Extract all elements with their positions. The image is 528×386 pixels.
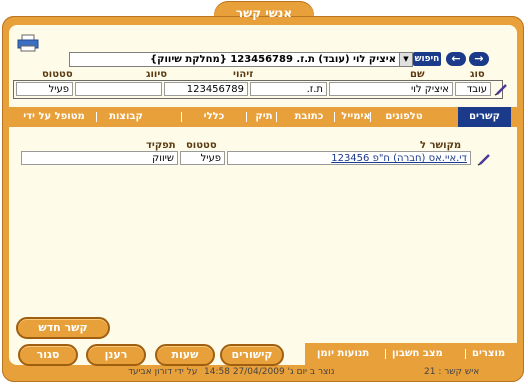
id-number-field[interactable]: 123456789 [164,82,248,96]
tab-divider [246,112,247,122]
status-field[interactable]: פעיל [16,82,73,96]
footer-created-by: על ידי דורון אביעד [128,367,198,377]
tab-divider [96,112,97,122]
prev-arrow-button[interactable]: ← [446,52,466,66]
header-status: סטטוס [42,69,73,80]
bottom-divider [465,349,466,359]
tab-file[interactable]: תיק [254,107,274,127]
chevron-down-icon[interactable]: ▼ [399,53,412,66]
link-products[interactable]: מוצרים [472,343,505,365]
type-field[interactable]: עובד [455,82,491,96]
header-type: סוג [470,69,485,80]
main-panel [9,25,517,365]
related-to-field[interactable]: די.איי.אס (חברה) ח"פ 123456 [227,151,471,165]
edit-relation-pencil-icon[interactable] [477,152,493,166]
tab-divider [334,112,335,122]
tab-phones[interactable]: טלפונים [374,107,434,127]
tab-address[interactable]: כתובת [286,107,332,127]
header-relation-status: סטטוס [186,140,217,151]
tab-handled-by[interactable]: מטופל על ידי [14,107,94,127]
header-id: זיהוי [233,69,254,80]
name-field[interactable]: איציק לוי [329,82,453,96]
header-name: שם [410,69,425,80]
hours-button[interactable]: שעות [155,344,215,366]
tab-relations[interactable]: קשרים [458,107,511,127]
relation-role-field[interactable]: שיווק [21,151,178,165]
header-related-to: מקושר ל [420,140,462,151]
tab-divider [276,112,277,122]
contact-select-value: איציק לוי (עובד) ת.ז. 123456789 {מחלקת ש… [150,54,396,65]
window-title: אנשי קשר [235,6,293,20]
tab-general[interactable]: כללי [186,107,242,127]
link-journal[interactable]: תנועות יומן [317,343,369,365]
relation-status-field[interactable]: פעיל [180,151,225,165]
tab-groups[interactable]: קבוצות [100,107,152,127]
related-to-link[interactable]: די.איי.אס (חברה) ח"פ 123456 [331,153,467,164]
next-arrow-button[interactable]: → [469,52,489,66]
bottom-divider [385,349,386,359]
relations-button[interactable]: קישורים [220,344,284,366]
contact-select[interactable]: איציק לוי (עובד) ת.ז. 123456789 {מחלקת ש… [69,52,413,67]
close-button[interactable]: סגור [18,344,78,366]
new-contact-button[interactable]: קשר חדש [16,317,110,339]
edit-pencil-icon[interactable] [494,82,510,96]
tag-field[interactable] [75,82,162,96]
id-type-field[interactable]: ת.ז. [250,82,327,96]
header-tag: סיווג [146,69,168,80]
footer-created: נוצר ב יום ג' 27/04/2009 14:58 [204,367,335,377]
tab-email[interactable]: אימייל [338,107,374,127]
tab-divider [181,112,182,122]
footer-contact-number: איש קשר : 21 [424,367,480,377]
search-button[interactable]: חיפוש [413,52,441,66]
printer-icon[interactable] [16,34,42,52]
link-account-status[interactable]: מצב חשבון [392,343,443,365]
refresh-button[interactable]: רענן [86,344,146,366]
header-role: תפקיד [146,140,176,151]
